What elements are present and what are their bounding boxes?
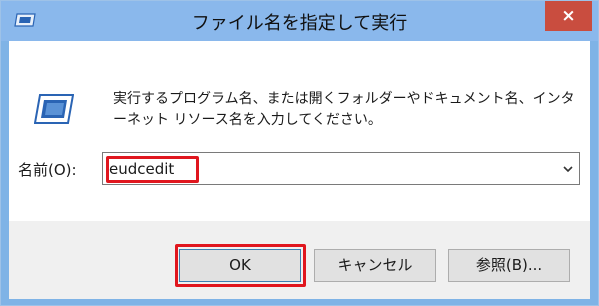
title-bar[interactable]: ファイル名を指定して実行 × [1, 1, 598, 41]
browse-button[interactable]: 参照(B)... [448, 249, 570, 282]
name-combobox[interactable] [102, 152, 580, 185]
cancel-button[interactable]: キャンセル [314, 249, 436, 282]
close-button[interactable]: × [545, 1, 592, 31]
name-input[interactable] [109, 157, 549, 180]
name-field-label: 名前(O): [18, 161, 77, 179]
ok-button[interactable]: OK [179, 249, 301, 282]
dialog-content [9, 41, 590, 221]
chevron-down-icon[interactable] [561, 162, 575, 176]
run-dialog-window: ファイル名を指定して実行 × 実行するプログラム名、または開くフォルダーやドキュ… [0, 0, 599, 306]
window-title: ファイル名を指定して実行 [191, 13, 408, 34]
run-program-icon [34, 94, 74, 124]
instruction-text: 実行するプログラム名、または開くフォルダーやドキュメント名、インターネット リソ… [113, 91, 575, 128]
